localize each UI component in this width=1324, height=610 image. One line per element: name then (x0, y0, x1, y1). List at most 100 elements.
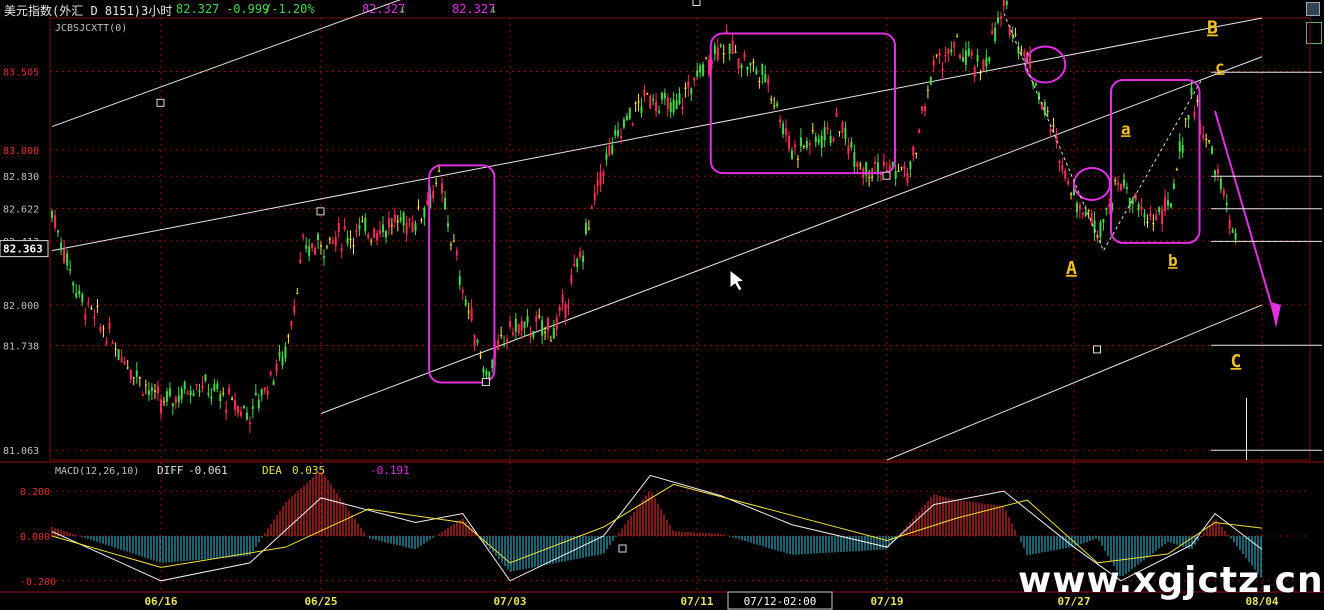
candle-body (426, 200, 429, 205)
candle-body (129, 369, 132, 380)
candle-body (926, 89, 929, 91)
candle-body (135, 370, 138, 377)
macd-dea-line (51, 483, 1263, 568)
candle-body (826, 127, 829, 129)
candle-body (779, 119, 782, 123)
candle-body (693, 77, 696, 81)
candle-body (1149, 213, 1152, 217)
candle-body (982, 60, 985, 71)
candle-body (171, 403, 174, 407)
candle-body (352, 245, 355, 247)
candle-body (1005, 1, 1008, 6)
candle-body (379, 229, 382, 234)
candle-body (912, 146, 915, 156)
candle-body (740, 64, 743, 69)
candle-body (479, 355, 482, 357)
price-tick-label: 82.622 (3, 204, 39, 215)
anchor-square (882, 171, 891, 180)
candle-body (384, 231, 387, 238)
candle-body (1184, 118, 1187, 120)
candle-body (1105, 207, 1108, 210)
candle-body (147, 390, 150, 396)
candle-body (138, 377, 141, 379)
projection-arrow (1214, 110, 1277, 321)
candle-body (260, 389, 263, 396)
candle-body (1052, 125, 1055, 127)
candle-body (1002, 0, 1005, 6)
candle-body (681, 106, 684, 110)
candle-body (1175, 169, 1178, 171)
candle-body (144, 384, 147, 386)
candle-body (567, 305, 570, 309)
candle-body (75, 292, 78, 297)
candle-body (207, 392, 210, 395)
candle-body (614, 129, 617, 136)
candle-body (242, 405, 245, 409)
candle-body (195, 383, 198, 386)
candle-body (370, 240, 373, 242)
candle-body (555, 317, 558, 330)
candle-body (328, 238, 331, 240)
date-tick-label: 06/25 (304, 595, 337, 608)
candle-body (564, 303, 567, 319)
candle-body (894, 170, 897, 179)
candle-body (396, 220, 399, 223)
chart-canvas[interactable]: 83.50583.00082.83082.62282.41382.00081.7… (0, 0, 1324, 610)
candle-body (999, 16, 1002, 20)
candle-body (63, 248, 66, 263)
candle-body (349, 238, 352, 240)
candle-body (156, 386, 159, 394)
candle-body (417, 206, 420, 208)
candle-body (938, 52, 941, 56)
candle-body (382, 224, 385, 233)
candle-body (296, 293, 299, 295)
candle-body (874, 161, 877, 164)
candle-body (1046, 111, 1049, 113)
date-tick-label: 07/03 (493, 595, 526, 608)
candle-body (358, 225, 361, 230)
candle-body (517, 324, 520, 334)
candle-body (856, 162, 859, 167)
candle-body (322, 256, 325, 258)
cursor-date-label: 07/12-02:00 (744, 595, 817, 608)
candle-body (988, 57, 991, 62)
candle-body (500, 335, 503, 337)
candle-body (1161, 209, 1164, 225)
candle-body (174, 397, 177, 403)
wave-label-A: A (1066, 258, 1077, 279)
candle-body (956, 36, 959, 38)
anchor-square (156, 98, 165, 107)
candle-body (652, 98, 655, 101)
candle-body (544, 331, 547, 333)
candle-body (625, 115, 628, 120)
candle-body (663, 92, 666, 99)
candle-body (838, 131, 841, 133)
candle-body (387, 218, 390, 228)
candle-body (458, 276, 461, 285)
candle-body (141, 394, 144, 397)
candle-body (1146, 221, 1149, 224)
candle-body (240, 411, 242, 416)
candle-body (72, 282, 75, 286)
candle-body (773, 105, 776, 107)
candle-body (257, 399, 260, 409)
candle-body (737, 58, 740, 69)
candle-body (535, 316, 538, 322)
candle-body (959, 54, 962, 59)
candle-body (373, 228, 376, 238)
candle-body (1164, 196, 1167, 212)
highlight-circle (1073, 166, 1111, 201)
candle-body (132, 377, 135, 379)
candle-body (590, 206, 593, 210)
anchor-square (1093, 345, 1101, 354)
candle-body (120, 357, 123, 362)
candle-body (367, 234, 370, 238)
anchor-square (618, 544, 627, 553)
candle-body (225, 409, 228, 413)
candle-body (1225, 202, 1228, 205)
macd-tick-label: 0.200 (20, 487, 50, 498)
candle-body (808, 142, 811, 146)
candle-body (266, 390, 269, 395)
anchor-square (481, 377, 490, 386)
candle-body (675, 100, 678, 110)
